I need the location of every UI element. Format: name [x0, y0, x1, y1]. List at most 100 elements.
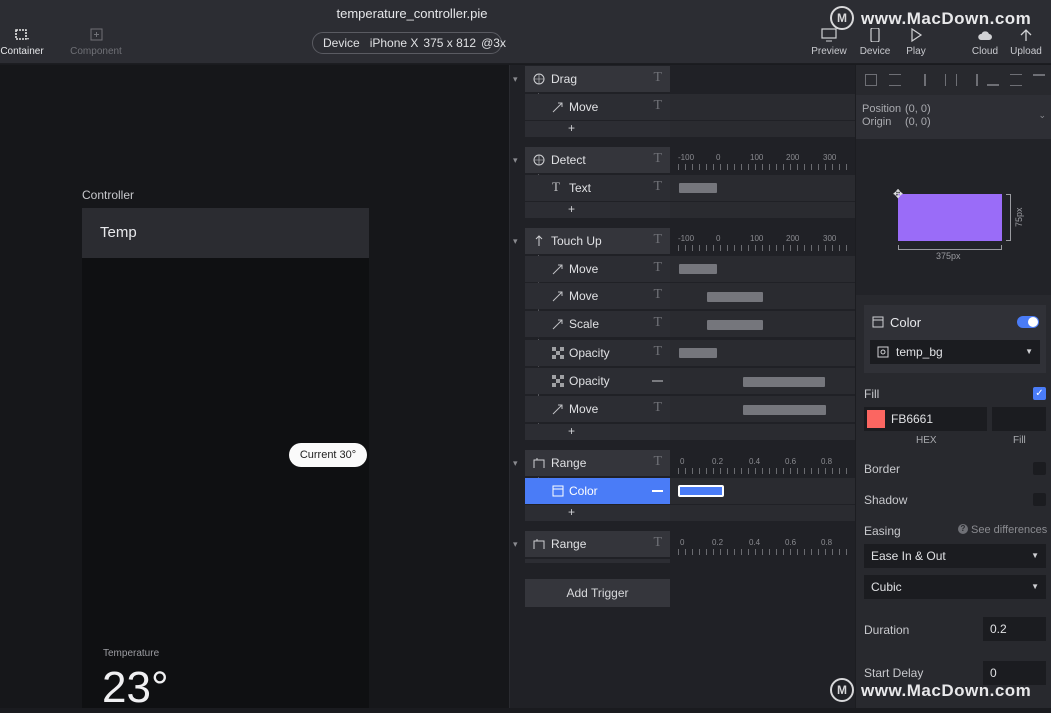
timeline-bar[interactable]: [743, 377, 825, 387]
fill-opacity-input[interactable]: [992, 407, 1046, 431]
component-tool-button[interactable]: Component: [66, 28, 126, 57]
collapse-chevron-icon[interactable]: ▾: [513, 458, 521, 468]
curve-select[interactable]: Cubic ▼: [864, 575, 1046, 599]
inspector-panel: Position (0, 0) Origin (0, 0) ⌄ ✥ 75px 3…: [855, 65, 1051, 708]
trigger-row-range[interactable]: Range T: [525, 450, 670, 476]
collapse-chevron-icon[interactable]: ▾: [513, 539, 521, 549]
container-icon: [15, 29, 29, 40]
device-selector[interactable]: Device iPhone X 375 x 812 @3x: [312, 32, 506, 54]
help-icon[interactable]: ?: [958, 524, 968, 534]
trigger-row-touch-up[interactable]: Touch Up T: [525, 228, 670, 254]
color-animation-panel: Color temp_bg ▼: [864, 305, 1046, 373]
action-row-scale[interactable]: Scale T: [525, 311, 670, 337]
action-row-text[interactable]: T Text T: [525, 175, 670, 201]
timeline-track[interactable]: [670, 340, 855, 366]
align-middle-icon[interactable]: [1010, 74, 1022, 86]
distribute-vertical-icon[interactable]: [889, 74, 901, 86]
color-toggle[interactable]: [1017, 316, 1039, 328]
add-action-row[interactable]: +: [525, 424, 670, 440]
device-label: Device: [323, 36, 360, 50]
align-center-icon[interactable]: [945, 74, 957, 86]
add-action-row[interactable]: +: [525, 121, 670, 137]
timeline-track[interactable]: [670, 256, 855, 282]
see-differences-link[interactable]: See differences: [971, 524, 1047, 536]
color-target-select[interactable]: temp_bg ▼: [870, 340, 1040, 364]
collapse-chevron-icon[interactable]: ▾: [513, 155, 521, 165]
temp-header-layer[interactable]: Temp: [82, 208, 369, 258]
design-canvas[interactable]: Controller Temp Temperature 23° Current …: [0, 65, 510, 712]
add-action-icon: +: [568, 202, 576, 216]
opacity-icon: [552, 347, 564, 359]
height-dimension-label: 75px: [1014, 207, 1024, 227]
easing-select[interactable]: Ease In & Out ▼: [864, 544, 1046, 568]
curve-value: Cubic: [871, 580, 902, 594]
ruler-tick: 0.6: [785, 457, 797, 466]
action-row-move[interactable]: Move T: [525, 256, 670, 282]
timeline-bar[interactable]: [707, 320, 763, 330]
timeline-track[interactable]: [670, 396, 855, 422]
fill-checkbox[interactable]: ✓: [1033, 387, 1046, 400]
ruler-tick: 0: [716, 234, 721, 243]
timeline-track[interactable]: [670, 175, 855, 201]
action-row-opacity[interactable]: Opacity: [525, 368, 670, 394]
height-dimension: [1006, 194, 1011, 241]
action-row-move[interactable]: Move T: [525, 396, 670, 422]
document-title: temperature_controller.pie: [336, 6, 488, 21]
timeline-track[interactable]: [670, 478, 855, 504]
action-row-opacity[interactable]: Opacity T: [525, 340, 670, 366]
align-bottom-icon[interactable]: [987, 74, 999, 86]
shadow-checkbox[interactable]: [1033, 493, 1046, 506]
collapse-chevron-icon[interactable]: ▾: [513, 74, 521, 84]
align-top-icon[interactable]: [1033, 74, 1045, 86]
device-model: iPhone X: [369, 36, 419, 50]
add-action-row[interactable]: +: [525, 202, 670, 218]
timeline-track[interactable]: [670, 283, 855, 309]
collapse-chevron-icon[interactable]: ▾: [513, 236, 521, 246]
add-trigger-button[interactable]: Add Trigger: [525, 579, 670, 607]
interaction-timeline: ▾ Drag T Move T + ▾ Detect T -100 0 100 …: [510, 65, 855, 708]
action-row-color[interactable]: Color: [525, 478, 670, 504]
color-icon: [552, 485, 564, 497]
expand-chevron-icon[interactable]: ⌄: [1038, 110, 1046, 121]
timeline-track[interactable]: [670, 311, 855, 337]
distribute-horizontal-icon[interactable]: [865, 74, 877, 86]
upload-button[interactable]: Upload: [996, 28, 1051, 57]
ruler-tick: -100: [678, 234, 695, 243]
hex-input[interactable]: FB6661: [864, 407, 987, 431]
watermark-logo: M: [830, 6, 854, 30]
action-row-move[interactable]: Move T: [525, 283, 670, 309]
color-target-value: temp_bg: [896, 345, 943, 359]
timeline-bar[interactable]: [743, 405, 826, 415]
origin-value: (0, 0): [905, 116, 931, 128]
action-label: Move: [569, 262, 599, 276]
container-tool-button[interactable]: Container: [0, 28, 52, 57]
timeline-track[interactable]: [670, 368, 855, 394]
play-button[interactable]: Play: [886, 28, 946, 57]
add-action-icon: +: [568, 121, 576, 135]
duration-input[interactable]: 0.2: [983, 617, 1046, 641]
ruler-tick: 0.8: [821, 538, 833, 547]
add-action-row[interactable]: +: [525, 505, 670, 521]
watermark-top: www.MacDown.com: [861, 9, 1032, 28]
timeline-bar-selected[interactable]: [678, 485, 724, 497]
timeline-bar[interactable]: [679, 264, 717, 274]
action-label: Opacity: [569, 346, 610, 360]
width-dimension: [898, 245, 1002, 250]
ruler-tick: 0.2: [712, 538, 724, 547]
timeline-bar[interactable]: [679, 348, 717, 358]
trigger-row-detect[interactable]: Detect T: [525, 147, 670, 173]
timeline-bar[interactable]: [679, 183, 717, 193]
border-checkbox[interactable]: [1033, 462, 1046, 475]
add-action-icon: +: [568, 424, 576, 438]
ruler-tick: -100: [678, 153, 695, 162]
timeline-bar[interactable]: [707, 292, 763, 302]
fill-caption: Fill: [1013, 435, 1026, 446]
timeline-track[interactable]: [670, 94, 855, 120]
trigger-row-range[interactable]: Range T: [525, 531, 670, 557]
ruler-ticks: [678, 245, 848, 251]
action-row-move[interactable]: Move T: [525, 94, 670, 120]
fill-swatch[interactable]: [867, 410, 885, 428]
align-right-icon[interactable]: [966, 74, 978, 86]
align-left-icon[interactable]: [924, 74, 936, 86]
trigger-row-drag[interactable]: Drag T: [525, 66, 670, 92]
